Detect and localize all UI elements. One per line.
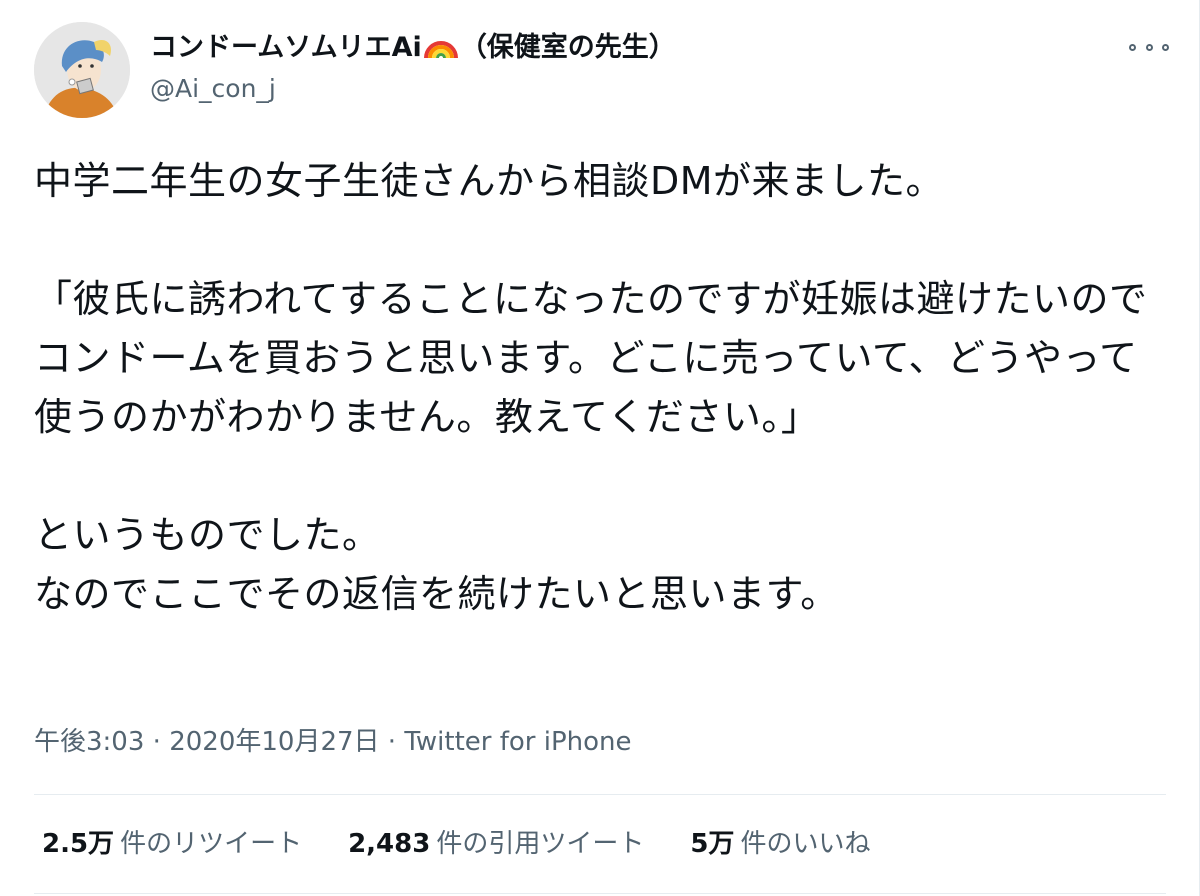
display-name[interactable]: コンドームソムリエAi （保健室の先生） — [150, 30, 676, 70]
retweets-label: 件のリツイート — [120, 829, 303, 859]
rainbow-icon — [423, 32, 458, 70]
more-dot-icon — [1145, 43, 1153, 51]
meta-separator: · — [379, 727, 405, 757]
likes-stat[interactable]: 5万 件のいいね — [690, 824, 870, 864]
user-handle[interactable]: @Ai_con_j — [150, 72, 276, 106]
likes-label: 件のいいね — [740, 829, 871, 859]
display-name-text: コンドームソムリエAi — [150, 32, 422, 63]
tweet-time[interactable]: 午後3:03 — [34, 727, 144, 757]
display-name-suffix: （保健室の先生） — [459, 32, 676, 63]
avatar-illustration-icon — [34, 22, 130, 118]
more-dot-icon — [1162, 43, 1169, 51]
retweets-stat[interactable]: 2.5万 件のリツイート — [42, 824, 302, 864]
tweet-date[interactable]: 2020年10月27日 — [169, 727, 379, 757]
tweet-source-link[interactable]: Twitter for iPhone — [404, 727, 631, 757]
meta-separator: · — [144, 727, 170, 757]
more-dot-icon — [1129, 43, 1136, 51]
divider — [34, 794, 1166, 795]
likes-count: 5万 — [690, 829, 735, 859]
retweets-count: 2.5万 — [42, 829, 115, 859]
divider — [34, 893, 1166, 894]
quotes-stat[interactable]: 2,483 件の引用ツイート — [348, 824, 644, 864]
tweet-stats: 2.5万 件のリツイート 2,483 件の引用ツイート 5万 件のいいね — [42, 824, 870, 864]
tweet-meta: 午後3:03 · 2020年10月27日 · Twitter for iPhon… — [34, 722, 632, 762]
quotes-count: 2,483 — [348, 829, 431, 859]
more-options-button[interactable] — [1129, 34, 1169, 60]
tweet-card: コンドームソムリエAi （保健室の先生） @Ai_con_j 中学二年生の女子生… — [0, 0, 1200, 896]
tweet-text: 中学二年生の女子生徒さんから相談DMが来ました。 「彼氏に誘われてすることになっ… — [34, 159, 1148, 616]
quotes-label: 件の引用ツイート — [436, 829, 645, 859]
avatar[interactable] — [34, 22, 130, 118]
